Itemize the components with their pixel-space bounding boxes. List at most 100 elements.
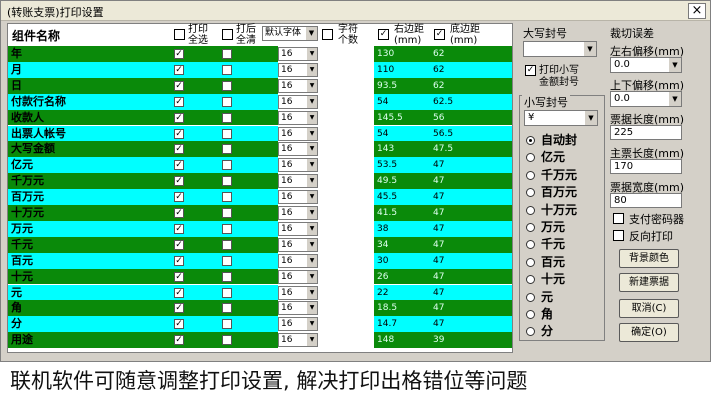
char-count-cell[interactable] (318, 268, 374, 285)
clear-checkbox[interactable] (222, 287, 232, 298)
right-margin-cell[interactable]: 54 (374, 93, 430, 110)
font-size-select[interactable]: 16 ▼ (278, 237, 318, 252)
font-size-select[interactable]: 16 ▼ (278, 221, 318, 236)
clear-checkbox[interactable] (222, 112, 232, 123)
char-count-cell[interactable] (318, 61, 374, 78)
font-size-select[interactable]: 16 ▼ (278, 269, 318, 284)
close-icon[interactable]: × (688, 3, 706, 19)
clear-checkbox[interactable] (222, 49, 232, 59)
bottom-margin-cell[interactable]: 47 (430, 205, 512, 221)
font-size-select[interactable]: 16 ▼ (278, 78, 318, 93)
right-margin-cell[interactable]: 110 (374, 61, 430, 78)
font-size-select[interactable]: 16 ▼ (278, 126, 318, 141)
clear-checkbox[interactable] (222, 160, 232, 171)
font-size-select[interactable]: 16 ▼ (278, 206, 318, 220)
clear-checkbox[interactable] (222, 271, 232, 282)
bottom-margin-checkbox[interactable]: ✓ (434, 29, 445, 40)
bottom-margin-cell[interactable]: 47 (430, 268, 512, 285)
clear-checkbox[interactable] (222, 96, 232, 107)
bottom-margin-cell[interactable]: 62.5 (430, 93, 512, 110)
char-count-cell[interactable] (318, 332, 374, 349)
bottom-margin-cell[interactable]: 47 (430, 220, 512, 237)
cancel-button[interactable]: 取消(C) (619, 299, 679, 318)
bottom-margin-cell[interactable]: 56.5 (430, 125, 512, 142)
right-margin-cell[interactable]: 41.5 (374, 205, 430, 221)
right-margin-cell[interactable]: 30 (374, 252, 430, 269)
font-size-select[interactable]: 16 ▼ (278, 333, 318, 348)
print-checkbox[interactable]: ✓ (174, 160, 184, 171)
right-margin-cell[interactable]: 26 (374, 268, 430, 285)
ticket-width-input[interactable]: 80 (610, 193, 682, 208)
char-count-cell[interactable] (318, 93, 374, 110)
font-size-select[interactable]: 16 ▼ (278, 94, 318, 109)
main-length-input[interactable]: 170 (610, 159, 682, 174)
print-checkbox[interactable]: ✓ (174, 255, 184, 266)
clear-checkbox[interactable] (222, 255, 232, 266)
ok-button[interactable]: 确定(O) (619, 323, 679, 342)
seal-radio[interactable]: 分 (526, 323, 606, 339)
clear-checkbox[interactable] (222, 303, 232, 314)
char-count-checkbox[interactable] (322, 29, 333, 40)
bottom-margin-cell[interactable]: 47 (430, 316, 512, 333)
ud-offset-select[interactable]: 0.0 ▼ (610, 91, 682, 107)
char-count-cell[interactable] (318, 300, 374, 317)
right-margin-cell[interactable]: 130 (374, 46, 430, 62)
clear-checkbox[interactable] (222, 144, 232, 155)
char-count-cell[interactable] (318, 236, 374, 253)
new-ticket-button[interactable]: 新建票据 (619, 273, 679, 292)
char-count-cell[interactable] (318, 173, 374, 190)
bottom-margin-cell[interactable]: 47 (430, 300, 512, 317)
ticket-length-input[interactable]: 225 (610, 125, 682, 140)
bottom-margin-cell[interactable]: 47 (430, 173, 512, 190)
right-margin-cell[interactable]: 54 (374, 125, 430, 142)
print-checkbox[interactable]: ✓ (174, 287, 184, 298)
right-margin-checkbox[interactable]: ✓ (378, 29, 389, 40)
print-checkbox[interactable]: ✓ (174, 208, 184, 218)
right-margin-cell[interactable]: 18.5 (374, 300, 430, 317)
right-margin-cell[interactable]: 93.5 (374, 77, 430, 94)
right-margin-cell[interactable]: 45.5 (374, 189, 430, 205)
clear-checkbox[interactable] (222, 64, 232, 75)
char-count-cell[interactable] (318, 77, 374, 94)
bottom-margin-cell[interactable]: 62 (430, 46, 512, 62)
print-small-seal-checkbox[interactable]: ✓ (525, 65, 536, 76)
bottom-margin-cell[interactable]: 62 (430, 61, 512, 78)
font-select[interactable]: 默认字体 ▼ (262, 26, 318, 41)
bottom-margin-cell[interactable]: 47 (430, 252, 512, 269)
seal-radio[interactable]: 十元 (526, 271, 606, 287)
right-margin-cell[interactable]: 143 (374, 141, 430, 158)
clear-checkbox[interactable] (222, 128, 232, 139)
char-count-cell[interactable] (318, 125, 374, 142)
print-checkbox[interactable]: ✓ (174, 271, 184, 282)
right-margin-cell[interactable]: 14.7 (374, 316, 430, 333)
bottom-margin-cell[interactable]: 47 (430, 236, 512, 253)
clear-checkbox[interactable] (222, 80, 232, 91)
print-checkbox[interactable]: ✓ (174, 223, 184, 234)
right-margin-cell[interactable]: 53.5 (374, 157, 430, 174)
print-checkbox[interactable]: ✓ (174, 335, 184, 346)
font-size-select[interactable]: 16 ▼ (278, 158, 318, 173)
clear-all-checkbox[interactable] (222, 29, 233, 40)
pay-password-checkbox[interactable] (613, 213, 624, 224)
clear-checkbox[interactable] (222, 239, 232, 250)
font-size-select[interactable]: 16 ▼ (278, 285, 318, 300)
char-count-cell[interactable] (318, 284, 374, 301)
seal-radio[interactable]: 角 (526, 306, 606, 322)
print-checkbox[interactable]: ✓ (174, 64, 184, 75)
right-margin-cell[interactable]: 34 (374, 236, 430, 253)
right-margin-cell[interactable]: 148 (374, 332, 430, 349)
font-size-select[interactable]: 16 ▼ (278, 253, 318, 268)
font-size-select[interactable]: 16 ▼ (278, 142, 318, 157)
print-checkbox[interactable]: ✓ (174, 319, 184, 330)
clear-checkbox[interactable] (222, 208, 232, 218)
bottom-margin-cell[interactable]: 47.5 (430, 141, 512, 158)
seal-radio[interactable]: 千元 (526, 236, 606, 252)
char-count-cell[interactable] (318, 316, 374, 333)
bottom-margin-cell[interactable]: 62 (430, 77, 512, 94)
char-count-cell[interactable] (318, 205, 374, 221)
seal-radio[interactable]: 万元 (526, 219, 606, 235)
seal-radio[interactable]: 亿元 (526, 149, 606, 165)
bottom-margin-cell[interactable]: 39 (430, 332, 512, 349)
print-checkbox[interactable]: ✓ (174, 80, 184, 91)
right-margin-cell[interactable]: 22 (374, 284, 430, 301)
